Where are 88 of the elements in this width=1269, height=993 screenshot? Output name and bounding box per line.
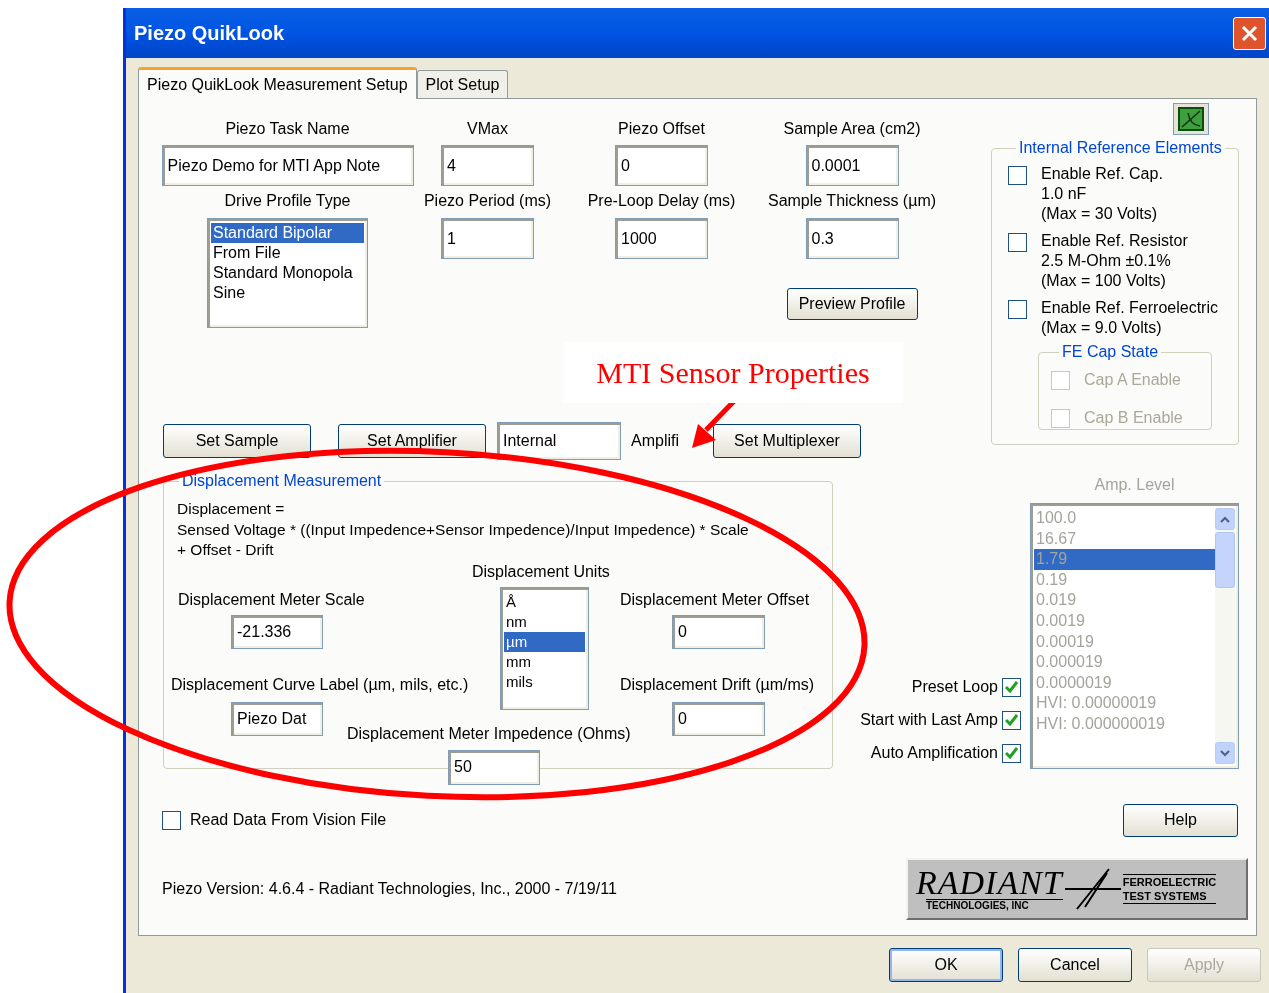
scroll-up-button[interactable]	[1215, 508, 1235, 530]
field-label: Amplifi	[631, 431, 679, 451]
tab[interactable]: Piezo QuikLook Measurement Setup	[138, 67, 417, 99]
input-field[interactable]: 50	[448, 749, 540, 785]
checkbox-label: Auto Amplification	[870, 743, 998, 763]
dialog-button[interactable]: Cancel	[1018, 948, 1132, 982]
list-box[interactable]: Standard Bipolar From File Standard Monopola Sine	[207, 218, 368, 328]
field-label: Displacement Meter Scale	[178, 589, 365, 610]
input-field[interactable]: 1000	[615, 218, 708, 259]
checkbox-label: Enable Ref. Resistor 2.5 M-Ohm ±0.1% (Max = 100 Volts)	[1041, 231, 1188, 291]
field-label: Displacement Meter Impedence (Ohms)	[347, 723, 631, 744]
callout-label: MTI Sensor Properties	[563, 342, 903, 403]
field-label: Drive Profile Type	[224, 191, 351, 211]
input-field[interactable]: Piezo Demo for MTI App Note	[161, 145, 414, 186]
checkbox[interactable]	[162, 810, 181, 830]
list-item[interactable]: mils	[504, 671, 585, 692]
chart-icon	[1178, 107, 1204, 131]
checkbox-label: Cap B Enable	[1084, 408, 1183, 428]
checkmark-icon	[1005, 747, 1018, 759]
input-field[interactable]: 0	[672, 701, 765, 736]
close-icon	[1241, 24, 1258, 42]
input-field[interactable]: 4	[441, 145, 534, 186]
input-field[interactable]: Internal	[497, 422, 621, 460]
input-field[interactable]: 0.0001	[805, 145, 899, 186]
logo-subtitle: TECHNOLOGIES, INC	[926, 898, 1063, 912]
version-text: Piezo Version: 4.6.4 - Radiant Technologies, Inc., 2000 - 7/19/11	[162, 879, 617, 899]
field-label: Displacement Units	[472, 561, 610, 582]
list-item[interactable]: Å	[504, 591, 585, 612]
checkbox-label: Start with Last Amp	[860, 710, 998, 730]
action-button[interactable]: Set Multiplexer	[713, 424, 861, 458]
field-label: VMax	[467, 119, 508, 139]
scrollbar-thumb[interactable]	[1215, 532, 1235, 588]
input-field[interactable]: 0.3	[805, 218, 899, 259]
list-item[interactable]: µm	[504, 631, 585, 652]
logo-wordmark: RADIANT	[916, 866, 1063, 899]
field-label: Piezo Period (ms)	[423, 191, 552, 211]
list-item[interactable]: From File	[211, 243, 364, 263]
window-title: Piezo QuikLook	[134, 21, 285, 46]
field-label: Sample Thickness (µm)	[767, 191, 937, 211]
scroll-down-button[interactable]	[1215, 742, 1235, 764]
list-label: Amp. Level	[1094, 475, 1175, 495]
checkbox[interactable]	[1002, 743, 1021, 763]
list-box[interactable]: Å nm µm mm mils	[500, 586, 589, 710]
chart-button[interactable]	[1173, 103, 1209, 135]
input-field[interactable]: 0	[615, 145, 708, 186]
action-button[interactable]: Set Sample	[163, 424, 311, 458]
list-item[interactable]: Standard Bipolar	[211, 223, 364, 243]
checkbox-label: Enable Ref. Cap. 1.0 nF (Max = 30 Volts)	[1041, 164, 1163, 224]
tab[interactable]: Plot Setup	[416, 70, 509, 98]
field-label: Piezo Task Name	[225, 119, 350, 139]
help-button[interactable]: Help	[1123, 803, 1238, 837]
field-label: Displacement Drift (µm/ms)	[620, 674, 815, 695]
checkbox[interactable]	[1008, 166, 1027, 185]
dialog-button[interactable]: OK	[889, 948, 1003, 982]
checkbox[interactable]	[1008, 300, 1027, 319]
group-title: Internal Reference Elements	[1018, 138, 1223, 158]
checkbox-label: Enable Ref. Ferroelectric (Max = 9.0 Volts)	[1041, 298, 1218, 338]
checkbox[interactable]	[1002, 677, 1021, 697]
logo-tagline: FERROELECTRIC TEST SYSTEMS	[1122, 874, 1217, 904]
checkbox[interactable]	[1002, 710, 1021, 730]
field-label: Sample Area (cm2)	[783, 119, 921, 139]
list-item[interactable]: nm	[504, 611, 585, 632]
group-title: Displacement Measurement	[181, 471, 383, 491]
field-label: Piezo Offset	[618, 119, 705, 139]
input-field[interactable]: 1	[441, 218, 534, 259]
preview-profile-button[interactable]: Preview Profile	[786, 288, 918, 320]
close-button[interactable]	[1233, 16, 1266, 50]
input-field[interactable]: -21.336	[231, 614, 323, 649]
checkbox[interactable]	[1008, 233, 1027, 252]
field-label: Displacement Meter Offset	[620, 589, 810, 610]
checkmark-icon	[1005, 681, 1018, 693]
checkbox-label: Preset Loop	[911, 677, 998, 697]
formula-text: Displacement = Sensed Voltage * ((Input Impedence+Sensor Impedence)/Input Impedence) * Scale + Offset - Drift	[177, 499, 750, 560]
list-item[interactable]: mm	[504, 651, 585, 672]
input-field[interactable]: Piezo Dat	[231, 701, 323, 736]
chevron-up-icon	[1220, 515, 1230, 523]
chevron-down-icon	[1220, 749, 1230, 757]
checkbox-label: Cap A Enable	[1084, 370, 1181, 390]
field-label: Displacement Curve Label (µm, mils, etc.)	[171, 674, 469, 695]
list-item[interactable]: Standard Monopola	[211, 263, 364, 283]
input-field[interactable]: 0	[672, 614, 765, 649]
scrollbar[interactable]	[1215, 508, 1235, 764]
checkmark-icon	[1005, 714, 1018, 726]
list-item[interactable]: Sine	[211, 283, 364, 303]
logo-mark-drawing	[1062, 867, 1123, 911]
group-title: FE Cap State	[1061, 342, 1160, 362]
field-label: Pre-Loop Delay (ms)	[587, 191, 736, 211]
checkbox-label: Read Data From Vision File	[190, 810, 387, 830]
